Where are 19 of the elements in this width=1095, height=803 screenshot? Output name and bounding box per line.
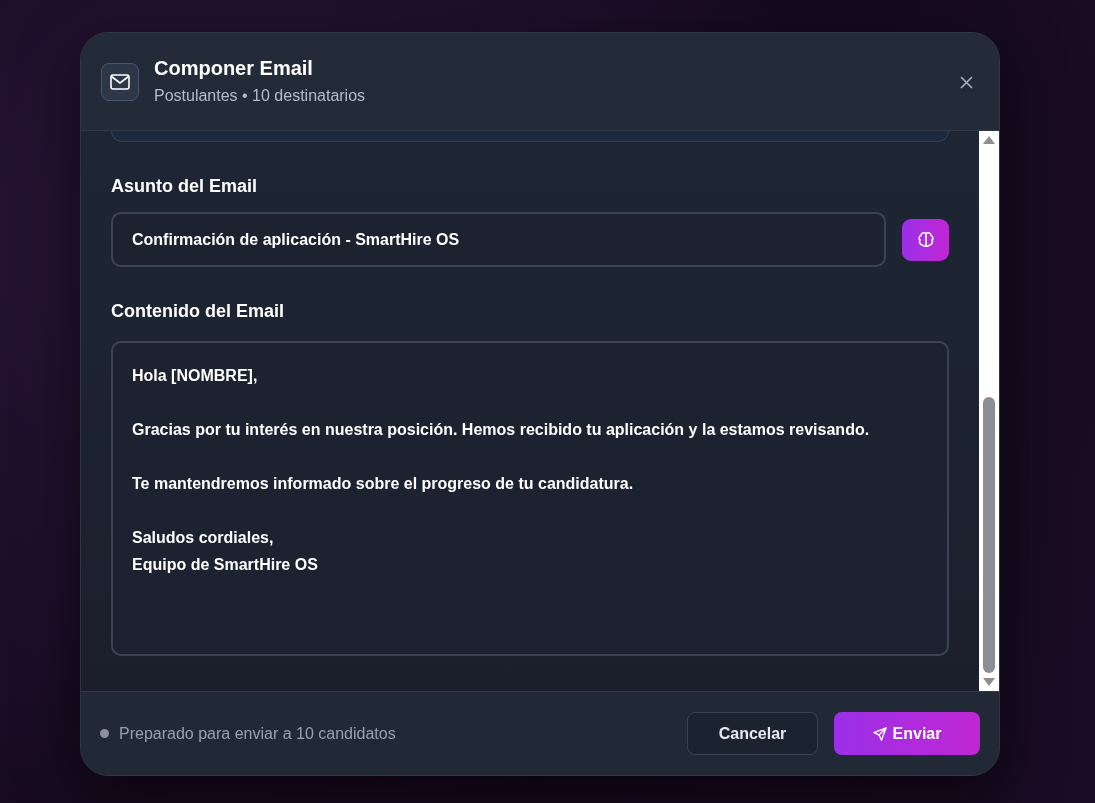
dialog-subtitle: Postulantes • 10 destinatarios <box>154 85 366 106</box>
dialog-title: Componer Email <box>154 55 314 80</box>
email-body-field[interactable]: Hola [NOMBRE], Gracias por tu interés en nuestra posición. Hemos recibido tu aplicación y la estamos revisando. Te mantendremos informado sobre el progreso de tu candidatura. Saludos cordiales, Equipo de SmartHire OS <box>111 341 949 656</box>
send-button[interactable]: Enviar <box>834 712 980 755</box>
content-label: Contenido del Email <box>111 300 285 323</box>
brain-icon <box>916 230 935 249</box>
send-icon <box>872 726 887 741</box>
subject-field[interactable]: Confirmación de aplicación - SmartHire OS <box>111 212 886 267</box>
scroll-down-icon[interactable] <box>982 677 996 687</box>
cancel-button[interactable]: Cancelar <box>687 712 818 755</box>
status-dot <box>100 729 109 738</box>
scrollbar[interactable] <box>979 131 999 691</box>
ai-brain-button[interactable] <box>902 218 949 261</box>
close-icon <box>960 75 973 89</box>
subject-label: Asunto del Email <box>111 175 259 198</box>
mail-icon <box>101 62 139 101</box>
status-text: Preparado para enviar a 10 candidatos <box>119 723 396 744</box>
scroll-thumb[interactable] <box>983 397 995 673</box>
scroll-up-icon[interactable] <box>982 135 996 145</box>
